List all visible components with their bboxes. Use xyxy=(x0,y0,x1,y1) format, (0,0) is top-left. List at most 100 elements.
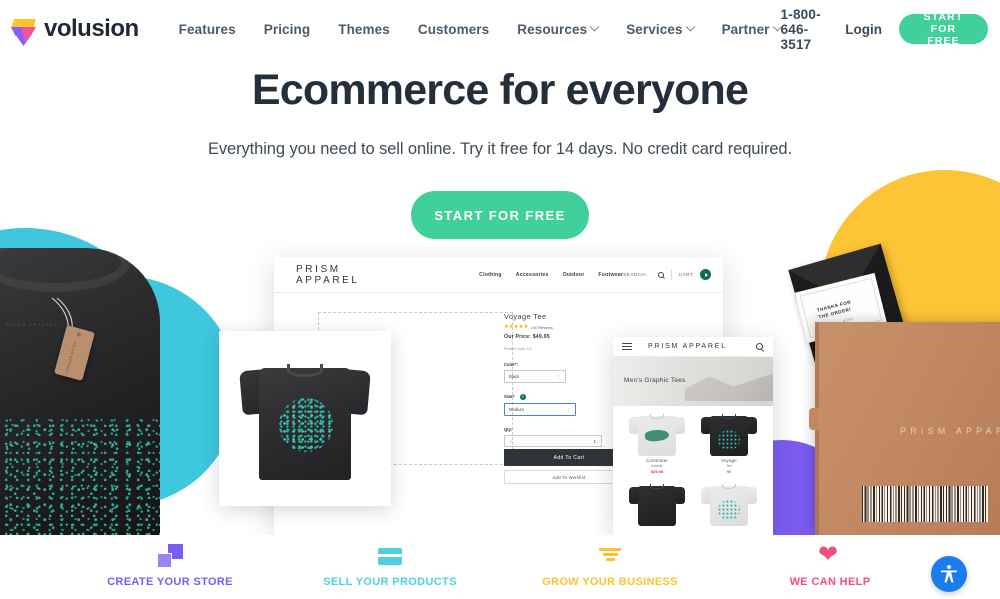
store-nav-footwear[interactable]: Footwear xyxy=(598,272,623,278)
chevron-down-icon: ⋮ xyxy=(566,407,571,413)
list-item[interactable] xyxy=(695,482,763,530)
mobile-store-logo: PRISM APPAREL xyxy=(648,343,727,350)
feature-grow-your-business[interactable]: GROW YOUR BUSINESS xyxy=(510,535,710,588)
store-nav: Clothing Accessories Outdoor Footwear xyxy=(479,272,623,278)
login-link[interactable]: Login xyxy=(845,22,882,37)
feature-label: CREATE YOUR STORE xyxy=(107,576,233,588)
credit-card-icon xyxy=(378,543,402,569)
nav-item-themes[interactable]: Themes xyxy=(338,22,390,37)
header-actions: 1-800-646-3517 Login START FOR FREE xyxy=(781,7,988,52)
nav-label: Customers xyxy=(417,21,490,37)
size-value: Medium xyxy=(509,407,524,413)
help-icon[interactable]: ? xyxy=(519,394,526,401)
accessibility-widget-button[interactable] xyxy=(931,556,967,592)
qty-minus-icon[interactable]: – xyxy=(510,439,513,444)
mobile-store-header: PRISM APPAREL xyxy=(613,337,773,357)
nav-item-resources[interactable]: Resources xyxy=(517,21,600,37)
product-rating: ★★★★★ 240 Reviews xyxy=(504,324,644,330)
nav-item-features[interactable]: Features xyxy=(179,22,236,37)
product-art xyxy=(718,500,740,520)
product-price: $29.95 xyxy=(650,469,664,474)
list-item[interactable]: Commuter subtitle $29.95 xyxy=(623,412,691,478)
store-nav-accessories[interactable]: Accessories xyxy=(516,272,549,278)
store-nav-clothing[interactable]: Clothing xyxy=(479,272,502,278)
nav-label: Resources xyxy=(517,21,588,37)
product-review-count: 240 Reviews xyxy=(531,325,553,330)
main-nav: Features Pricing Themes Customers Resour… xyxy=(179,21,782,37)
nav-item-partner[interactable]: Partner xyxy=(721,21,782,37)
feature-strip: CREATE YOUR STORE SELL YOUR PRODUCTS GRO… xyxy=(0,535,1000,599)
store-search-label[interactable]: SEARCH... xyxy=(623,272,650,277)
box-brand-label: PRISM APPAREL xyxy=(900,426,1000,436)
product-thumbnail xyxy=(701,412,757,456)
product-price: 95 xyxy=(726,469,732,474)
feature-sell-your-products[interactable]: SELL YOUR PRODUCTS xyxy=(290,535,490,588)
nav-item-pricing[interactable]: Pricing xyxy=(264,22,310,37)
brand-logo[interactable]: volusion xyxy=(10,14,139,46)
site-header: volusion Features Pricing Themes Custome… xyxy=(0,0,1000,58)
product-art xyxy=(718,430,740,450)
store-header-right: SEARCH... CART xyxy=(623,269,711,280)
list-item[interactable]: Voyage Tee 95 xyxy=(695,412,763,478)
nav-label: Partner xyxy=(721,21,770,37)
feature-we-can-help[interactable]: ❤ WE CAN HELP xyxy=(730,535,930,589)
nav-item-services[interactable]: Services xyxy=(626,21,696,37)
volusion-gem-icon xyxy=(10,14,37,46)
product-thumbnail xyxy=(701,482,757,526)
overlapping-squares-icon xyxy=(157,543,183,569)
landing-page: PRISM APPAREL PRISM APPAREL THANKS FOR T… xyxy=(0,0,1000,599)
nav-label: Features xyxy=(178,21,236,37)
size-label-text: Size*: xyxy=(504,394,516,400)
store-nav-outdoor[interactable]: Outdoor xyxy=(563,272,585,278)
store-header: PRISM APPAREL Clothing Accessories Outdo… xyxy=(274,257,723,293)
brand-name: volusion xyxy=(44,15,139,42)
hamburger-menu-icon[interactable] xyxy=(622,341,632,352)
nav-label: Services xyxy=(626,21,683,37)
mobile-product-grid: Commuter subtitle $29.95 Voyage Tee 95 xyxy=(613,407,773,535)
chevron-down-icon: ⋮ xyxy=(556,374,561,380)
hero-subhead: Everything you need to sell online. Try … xyxy=(208,140,792,158)
heart-icon: ❤ xyxy=(818,541,839,568)
nav-item-customers[interactable]: Customers xyxy=(418,22,489,37)
accessibility-person-icon xyxy=(941,565,957,583)
phone-number[interactable]: 1-800-646-3517 xyxy=(781,7,829,52)
product-sub: Tee xyxy=(726,464,732,468)
tee-collar xyxy=(287,363,323,377)
tee-dot-print xyxy=(279,397,333,452)
box-notch xyxy=(809,408,819,430)
tee-speckle-print xyxy=(0,418,160,535)
feature-label: SELL YOUR PRODUCTS xyxy=(323,576,457,588)
mobile-category-title: Men's Graphic Tees xyxy=(624,377,686,384)
divider xyxy=(670,269,672,280)
search-icon[interactable] xyxy=(657,271,664,278)
product-thumbnail xyxy=(629,482,685,526)
feature-create-your-store[interactable]: CREATE YOUR STORE xyxy=(70,535,270,588)
star-rating-icon: ★★★★★ xyxy=(504,324,529,330)
size-select[interactable]: Medium ⋮ xyxy=(504,403,576,417)
product-title: Voyage Tee xyxy=(504,312,547,321)
header-start-for-free-button[interactable]: START FOR FREE xyxy=(899,11,988,47)
hero-section: Ecommerce for everyone Everything you ne… xyxy=(0,58,1000,239)
hero-start-for-free-button[interactable]: START FOR FREE xyxy=(411,191,589,239)
cart-icon[interactable] xyxy=(700,269,711,280)
qty-stepper[interactable]: – 1 xyxy=(504,435,602,448)
feature-label: GROW YOUR BUSINESS xyxy=(542,576,678,588)
list-item[interactable] xyxy=(623,482,691,530)
nav-label: Pricing xyxy=(263,21,311,37)
tee-collar xyxy=(0,248,130,292)
chevron-down-icon xyxy=(685,21,696,32)
tee-graphic xyxy=(239,358,371,480)
chevron-down-icon xyxy=(589,21,600,32)
product-thumbnail xyxy=(629,412,685,456)
product-name: Voyage xyxy=(721,458,737,463)
nav-label: Themes xyxy=(338,21,390,37)
bar-chart-icon xyxy=(599,543,621,569)
page-title: Ecommerce for everyone xyxy=(251,66,749,114)
product-photo-folded-tee: PRISM APPAREL PRISM APPAREL xyxy=(0,248,160,535)
color-select[interactable]: Black ⋮ xyxy=(504,370,566,384)
store-logo: PRISM APPAREL xyxy=(296,263,360,286)
store-cart-label[interactable]: CART xyxy=(679,272,693,277)
mobile-store-mockup: PRISM APPAREL Men's Graphic Tees Commute… xyxy=(613,337,773,535)
color-value: Black xyxy=(509,374,520,380)
search-icon[interactable] xyxy=(756,343,763,350)
